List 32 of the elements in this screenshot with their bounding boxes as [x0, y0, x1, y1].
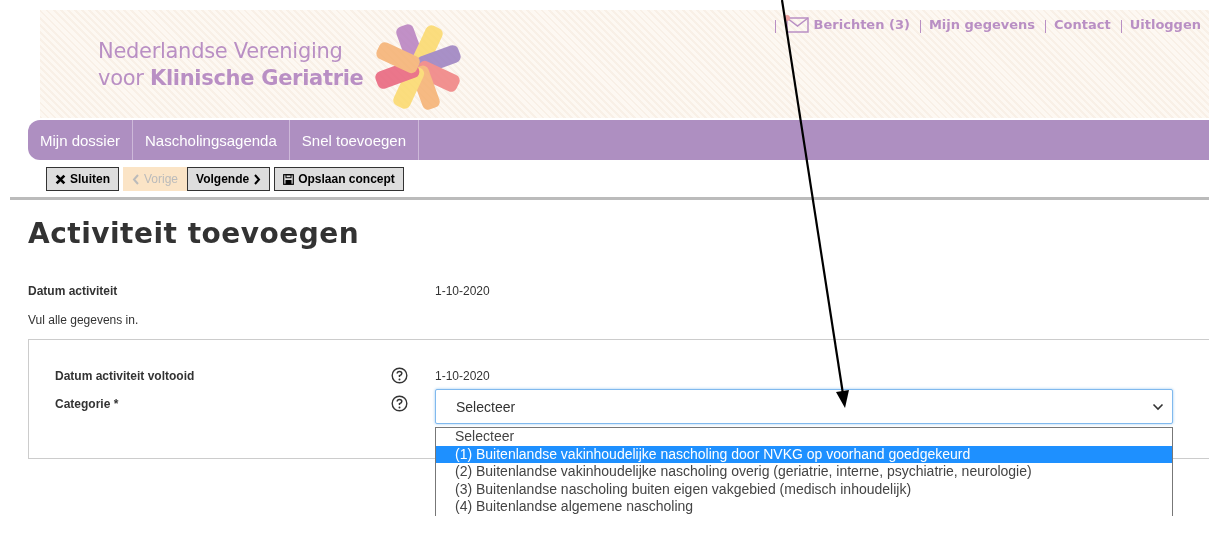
header-link[interactable]: Uitloggen	[1129, 17, 1201, 32]
envelope-icon[interactable]	[783, 15, 810, 33]
nav-tab[interactable]: Snel toevoegen	[289, 120, 420, 160]
dropdown-option[interactable]: Selecteer	[436, 428, 1172, 446]
close-button[interactable]: Sluiten	[46, 167, 119, 191]
logo-text: voor Klinische Geriatrie	[98, 65, 364, 92]
field-value: 1-10-2020	[435, 284, 490, 298]
header-link[interactable]: Mijn gegevens	[928, 17, 1036, 32]
chevron-left-icon	[132, 173, 140, 185]
chevron-right-icon	[253, 173, 262, 185]
nav-tab[interactable]: Nascholingsagenda	[133, 120, 290, 160]
field-label: Datum activiteit	[28, 284, 119, 298]
header-link[interactable]: Contact	[1054, 17, 1111, 32]
save-button[interactable]: Opslaan concept	[274, 167, 404, 191]
logo-text: Nederlandse Vereniging	[98, 38, 344, 65]
dropdown-option[interactable]: (4) Buitenlandse algemene nascholing	[436, 498, 1172, 516]
header-link[interactable]: Berichten (3)	[813, 17, 910, 32]
field-label: Datum activiteit voltooid	[55, 368, 196, 383]
dropdown-option[interactable]: (2) Buitenlandse vakinhoudelijke nascholing overig (geriatrie, interne, psychiatrie, neurologie)	[436, 463, 1172, 481]
category-select[interactable]: Selecteer	[435, 389, 1173, 424]
field-value: 1-10-2020	[435, 368, 490, 383]
field-label: Categorie *	[55, 396, 120, 411]
instruction-text: Vul alle gegevens in.	[28, 313, 140, 327]
dropdown-option[interactable]: (3) Buitenlandse nascholing buiten eigen vakgebied (medisch inhoudelijk)	[436, 480, 1172, 499]
chevron-down-icon	[1152, 402, 1164, 411]
nav-tab[interactable]: Mijn dossier	[28, 120, 134, 160]
dropdown-option[interactable]: (1) Buitenlandse vakinhoudelijke nascholing door NVKG op voorhand goedgekeurd	[436, 445, 1172, 464]
next-button[interactable]: Volgende	[187, 167, 271, 191]
page-title: Activiteit toevoegen	[28, 217, 361, 250]
close-icon	[55, 173, 66, 185]
help-icon[interactable]	[391, 367, 408, 384]
help-icon[interactable]	[391, 395, 408, 412]
